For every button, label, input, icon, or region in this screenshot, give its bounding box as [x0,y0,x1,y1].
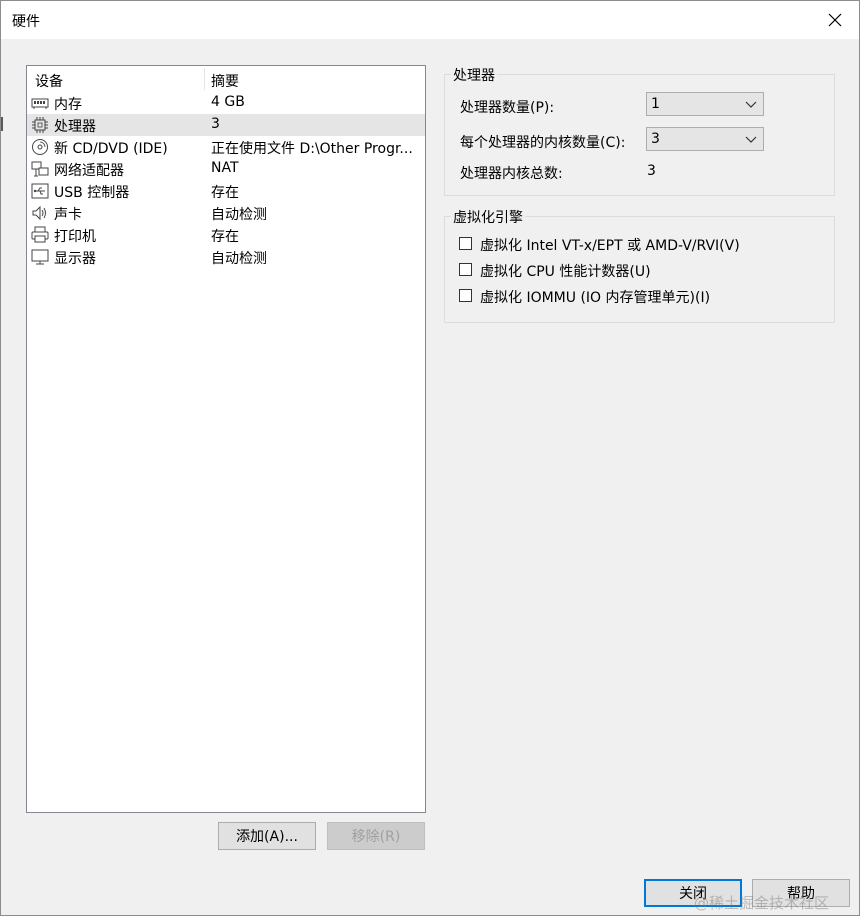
device-summary: 自动检测 [211,251,267,267]
device-row-sound[interactable]: 声卡 自动检测 [27,202,425,224]
device-summary: 存在 [211,229,239,245]
device-list[interactable]: 设备 摘要 内存 4 GB 处理器 3 新 CD/DVD (IDE) 正在使用文… [26,65,426,813]
checkbox[interactable] [459,237,472,250]
cores-per-processor-select[interactable]: 3 [646,127,764,151]
processor-group-title: 处理器 [451,65,497,85]
device-list-header: 设备 摘要 [27,66,425,92]
device-summary: 正在使用文件 D:\Other Progr... [211,141,413,157]
cpu-icon [31,116,49,134]
total-cores-label: 处理器内核总数: [460,166,563,182]
usb-icon [31,182,49,200]
chevron-down-icon [745,132,757,146]
title-bar[interactable]: 硬件 [1,1,859,39]
hardware-dialog: 硬件 设备 摘要 内存 4 GB 处理器 3 新 CD/DVD (IDE) 正在… [0,0,860,916]
device-summary: 4 GB [211,94,245,110]
device-summary: 3 [211,116,220,132]
device-row-display[interactable]: 显示器 自动检测 [27,246,425,268]
close-icon[interactable] [821,6,849,34]
device-name: 内存 [54,97,82,113]
device-name: USB 控制器 [54,185,130,201]
cores-per-processor-value: 3 [651,131,660,147]
device-name: 显示器 [54,251,96,267]
device-summary: 存在 [211,185,239,201]
device-summary: NAT [211,160,239,176]
printer-icon [31,226,49,244]
monitor-icon [31,248,49,266]
watermark: @稀土掘金技术社区 [693,894,829,912]
checkbox-label[interactable]: 虚拟化 Intel VT-x/EPT 或 AMD-V/RVI(V) [480,235,740,255]
chevron-down-icon [745,97,757,111]
processor-count-select[interactable]: 1 [646,92,764,116]
device-row-printer[interactable]: 打印机 存在 [27,224,425,246]
device-name: 网络适配器 [54,163,124,179]
column-header-summary[interactable]: 摘要 [211,71,239,91]
device-row-memory[interactable]: 内存 4 GB [27,92,425,114]
device-row-cd-dvd[interactable]: 新 CD/DVD (IDE) 正在使用文件 D:\Other Progr... [27,136,425,158]
device-row-usb[interactable]: USB 控制器 存在 [27,180,425,202]
device-name: 声卡 [54,207,82,223]
checkbox-label[interactable]: 虚拟化 CPU 性能计数器(U) [480,261,651,281]
checkbox[interactable] [459,289,472,302]
window-title: 硬件 [12,14,40,30]
device-summary: 自动检测 [211,207,267,223]
memory-icon [31,94,49,112]
column-separator[interactable] [204,68,205,90]
processor-count-value: 1 [651,96,660,112]
left-edge-marker [1,117,4,131]
checkbox-label[interactable]: 虚拟化 IOMMU (IO 内存管理单元)(I) [480,287,710,307]
device-name: 新 CD/DVD (IDE) [54,141,168,157]
network-icon [31,160,49,178]
column-header-device[interactable]: 设备 [35,71,63,91]
cd-icon [31,138,49,156]
device-row-network[interactable]: 网络适配器 NAT [27,158,425,180]
checkbox[interactable] [459,263,472,276]
device-name: 打印机 [54,229,96,245]
virtualization-group-title: 虚拟化引擎 [451,207,525,227]
device-row-processor[interactable]: 处理器 3 [27,114,425,136]
device-name: 处理器 [54,119,96,135]
add-device-button[interactable]: 添加(A)... [218,822,316,850]
remove-device-button[interactable]: 移除(R) [327,822,425,850]
speaker-icon [31,204,49,222]
processor-count-label: 处理器数量(P): [460,100,555,116]
cores-per-processor-label: 每个处理器的内核数量(C): [460,135,626,151]
total-cores-value: 3 [647,163,656,179]
